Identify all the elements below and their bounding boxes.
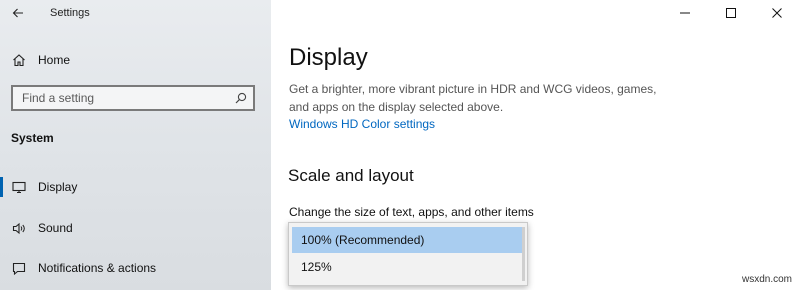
sidebar-item-label: Notifications & actions (38, 261, 157, 275)
main-content: Display Get a brighter, more vibrant pic… (271, 0, 800, 290)
maximize-button[interactable] (708, 0, 754, 26)
watermark: wsxdn.com (741, 274, 792, 285)
scale-option-100[interactable]: 100% (Recommended) (292, 227, 524, 253)
speaker-icon (0, 222, 38, 235)
home-nav-item[interactable]: Home (0, 47, 271, 73)
search-input[interactable] (22, 91, 222, 105)
sidebar-item-label: Display (38, 180, 78, 194)
home-icon (0, 53, 38, 67)
hd-color-settings-link[interactable]: Windows HD Color settings (289, 117, 435, 131)
section-title: System (11, 131, 54, 145)
close-button[interactable] (754, 0, 800, 26)
close-icon (772, 8, 782, 18)
notifications-icon (0, 262, 38, 275)
sidebar-item-sound[interactable]: Sound (0, 215, 271, 241)
search-box[interactable] (11, 85, 255, 111)
scale-label: Change the size of text, apps, and other… (289, 205, 534, 219)
minimize-icon (680, 12, 690, 14)
window-controls (662, 0, 800, 26)
scale-layout-heading: Scale and layout (288, 166, 414, 185)
title-bar: Settings (0, 0, 271, 26)
hdr-description: Get a brighter, more vibrant picture in … (289, 82, 657, 114)
app-title: Settings (50, 7, 90, 19)
minimize-button[interactable] (662, 0, 708, 26)
page-title: Display (289, 44, 368, 71)
home-label: Home (38, 53, 71, 67)
sidebar-item-display[interactable]: Display (0, 174, 271, 200)
dropdown-scrollbar[interactable] (522, 227, 525, 281)
sidebar-item-label: Sound (38, 221, 73, 235)
search-icon[interactable] (235, 92, 247, 104)
scale-dropdown-list[interactable]: 100% (Recommended) 125% (288, 222, 528, 286)
maximize-icon (726, 8, 736, 18)
scale-option-125[interactable]: 125% (292, 254, 524, 280)
back-button[interactable] (0, 0, 36, 26)
back-arrow-icon (12, 8, 23, 18)
sidebar: Settings Home System Display (0, 0, 271, 290)
sidebar-item-notifications[interactable]: Notifications & actions (0, 255, 271, 281)
monitor-icon (0, 181, 38, 194)
